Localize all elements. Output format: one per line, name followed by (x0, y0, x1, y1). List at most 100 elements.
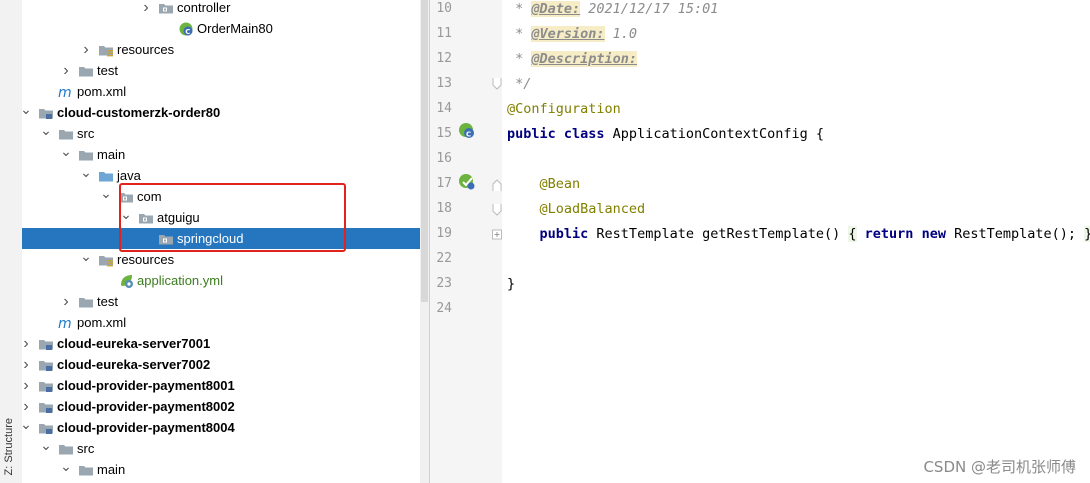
tree-item[interactable]: ⌄ src (22, 438, 420, 459)
fold-expand-icon[interactable] (492, 226, 502, 240)
chevron-down-icon[interactable]: ⌄ (22, 417, 32, 438)
folder-icon (78, 462, 94, 478)
fold-start-icon[interactable] (492, 176, 502, 191)
chevron-right-icon[interactable]: › (60, 291, 72, 312)
code-line[interactable]: */ (507, 75, 531, 100)
code-token: RestTemplate getRestTemplate() (588, 226, 849, 242)
tree-item-label: pom.xml (77, 315, 127, 330)
tree-item-label: cloud-provider-payment8004 (57, 420, 235, 435)
line-number: 16 (436, 151, 452, 166)
spring-config-icon[interactable]: C (458, 122, 476, 140)
line-number: 23 (436, 276, 452, 291)
chevron-down-icon[interactable]: ⌄ (80, 249, 92, 270)
tree-item[interactable]: ⌄ main (22, 144, 420, 165)
module-icon (38, 336, 54, 352)
editor-gutter: 10 11 12 13 14 15 16 17 18 19 22 23 24 C (430, 0, 502, 483)
chevron-right-icon[interactable]: › (22, 375, 32, 396)
tree-item[interactable]: ⌄ main (22, 459, 420, 480)
code-token: return new (864, 226, 946, 242)
scrollbar-thumb[interactable] (421, 0, 428, 302)
code-token: RestTemplate(); (945, 226, 1085, 242)
svg-text:C: C (466, 131, 471, 139)
line-number: 10 (436, 1, 452, 16)
chevron-down-icon[interactable]: ⌄ (80, 165, 92, 186)
tree-item[interactable]: › resources (22, 39, 420, 60)
tree-scrollbar[interactable] (420, 0, 429, 483)
tree-item[interactable]: › cloud-provider-payment8001 (22, 375, 420, 396)
chevron-right-icon[interactable]: › (22, 396, 32, 417)
code-line[interactable]: public class ApplicationContextConfig { (507, 125, 824, 150)
chevron-down-icon[interactable]: ⌄ (40, 123, 52, 144)
chevron-right-icon[interactable]: › (80, 39, 92, 60)
code-token: * (507, 1, 532, 17)
line-number: 18 (436, 201, 452, 216)
chevron-right-icon[interactable]: › (140, 0, 152, 18)
code-token: @Version: (531, 26, 605, 42)
tree-item[interactable]: ⌄ cloud-provider-payment8004 (22, 417, 420, 438)
tree-item[interactable]: m pom.xml (22, 312, 420, 333)
tree-item-label: test (97, 63, 118, 78)
tree-item-label: OrderMain80 (197, 21, 273, 36)
tree-item-label: cloud-provider-payment8002 (57, 399, 235, 414)
code-token: public class (507, 126, 605, 142)
tree-item[interactable]: › cloud-provider-payment8002 (22, 396, 420, 417)
code-token: public (539, 226, 589, 242)
module-icon (38, 420, 54, 436)
tree-item[interactable]: m pom.xml (22, 81, 420, 102)
tree-item[interactable]: › cloud-eureka-server7002 (22, 354, 420, 375)
chevron-down-icon[interactable]: ⌄ (60, 144, 72, 165)
code-line[interactable]: public RestTemplate getRestTemplate() { … (507, 225, 1090, 250)
tree-item[interactable]: C OrderMain80 (22, 18, 420, 39)
spring-class-icon: C (178, 21, 194, 37)
code-line[interactable]: @Configuration (507, 100, 621, 125)
tree-item[interactable]: ⌄ resources (22, 249, 420, 270)
code-line[interactable]: @Bean (507, 175, 581, 200)
code-token: @Date: (531, 1, 581, 17)
maven-icon: m (58, 84, 74, 101)
code-line[interactable]: @LoadBalanced (507, 200, 646, 225)
chevron-down-icon[interactable]: ⌄ (100, 186, 112, 207)
tree-item-label: main (97, 147, 126, 162)
tree-item[interactable]: › test (22, 291, 420, 312)
tree-item-label: resources (117, 42, 175, 57)
chevron-down-icon[interactable]: ⌄ (40, 438, 52, 459)
code-token: } (507, 276, 516, 292)
spring-bean-icon[interactable] (458, 173, 476, 191)
code-token: * (507, 51, 532, 67)
tree-item[interactable]: ⌄ src (22, 123, 420, 144)
code-token: { (848, 226, 857, 242)
line-number: 15 (436, 126, 452, 141)
tree-item[interactable]: › cloud-eureka-server7001 (22, 333, 420, 354)
tree-item[interactable]: › test (22, 60, 420, 81)
tree-item-label: resources (117, 252, 175, 267)
chevron-down-icon[interactable]: ⌄ (22, 102, 32, 123)
resources-folder-icon (98, 42, 114, 58)
chevron-right-icon[interactable]: › (22, 333, 32, 354)
svg-text:m: m (58, 316, 72, 331)
code-line[interactable]: } (507, 275, 515, 300)
structure-tab[interactable]: Z: Structure (3, 418, 15, 475)
tree-item[interactable]: application.yml (22, 270, 420, 291)
fold-end-icon[interactable] (492, 75, 502, 90)
tree-item[interactable]: ⌄ cloud-customerzk-order80 (22, 102, 420, 123)
tree-item-label: controller (177, 0, 231, 15)
line-number: 22 (436, 251, 452, 266)
code-line[interactable]: * @Date: 2021/12/17 15:01 (507, 0, 718, 25)
code-token: * (507, 26, 532, 42)
code-line[interactable]: * @Version: 1.0 (507, 25, 637, 50)
code-token: 2021/12/17 15:01 (580, 1, 719, 17)
package-icon (158, 0, 174, 16)
code-editor[interactable]: * @Date: 2021/12/17 15:01 * @Version: 1.… (502, 0, 1090, 483)
code-line[interactable]: * @Description: (507, 50, 638, 75)
code-token: @Description: (531, 51, 638, 67)
chevron-right-icon[interactable]: › (22, 354, 32, 375)
tree-item[interactable]: › controller (22, 0, 420, 18)
fold-end-icon[interactable] (492, 201, 502, 216)
line-number: 17 (436, 176, 452, 191)
chevron-right-icon[interactable]: › (60, 60, 72, 81)
chevron-down-icon[interactable]: ⌄ (60, 459, 72, 480)
tree-item-label: cloud-eureka-server7001 (57, 336, 211, 351)
highlight-box (119, 183, 346, 252)
